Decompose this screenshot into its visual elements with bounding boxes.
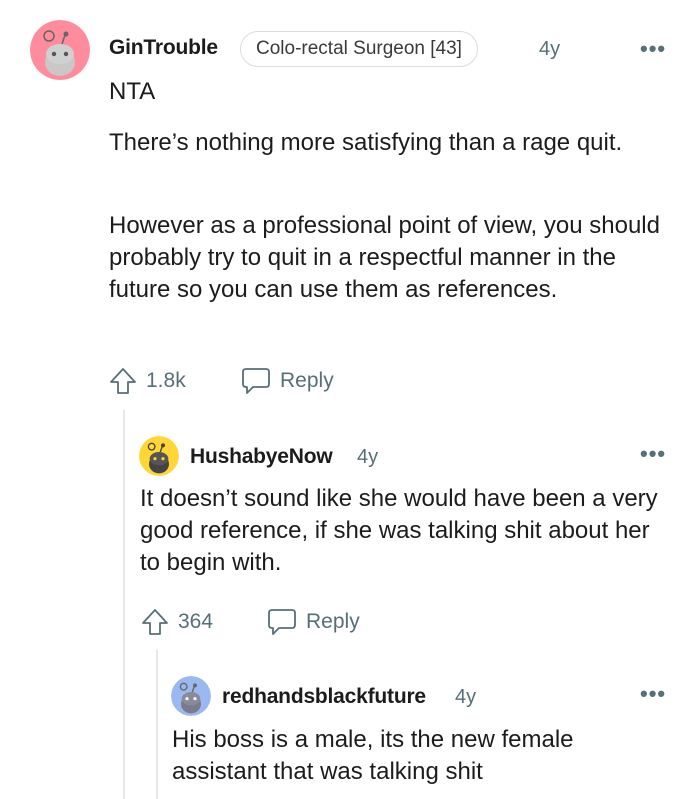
- reply-label: Reply: [306, 610, 360, 633]
- comment-age: 4y: [455, 686, 477, 708]
- reply-label: Reply: [280, 369, 334, 392]
- snoo-avatar-icon: [30, 20, 90, 80]
- comment-paragraph: NTA: [109, 78, 156, 105]
- snoo-avatar-icon: [171, 676, 211, 716]
- upvote-button[interactable]: 364: [140, 607, 213, 637]
- more-options-button[interactable]: •••: [640, 441, 666, 467]
- username[interactable]: redhandsblackfuture: [222, 685, 426, 709]
- upvote-count: 364: [178, 610, 214, 633]
- upvote-arrow-icon: [142, 609, 168, 635]
- comment-paragraph: It doesn’t sound like she would have bee…: [140, 485, 658, 576]
- user-avatar[interactable]: [30, 20, 90, 80]
- upvote-count: 1.8k: [146, 369, 186, 392]
- user-avatar[interactable]: [139, 436, 179, 476]
- thread-line-1: [123, 410, 125, 799]
- comment-paragraph: However as a professional point of view,…: [109, 212, 660, 303]
- upvote-button[interactable]: 1.8k: [108, 366, 186, 396]
- comment-age: 4y: [539, 38, 561, 60]
- comment-paragraph: There’s nothing more satisfying than a r…: [109, 129, 623, 156]
- more-options-button[interactable]: •••: [640, 36, 666, 62]
- more-options-button[interactable]: •••: [640, 681, 666, 707]
- user-avatar[interactable]: [171, 676, 211, 716]
- speech-bubble-icon: [268, 609, 296, 635]
- username[interactable]: GinTrouble: [109, 36, 218, 60]
- user-flair: Colo-rectal Surgeon [43]: [240, 31, 478, 67]
- thread-line-2: [156, 650, 158, 799]
- comment-paragraph: His boss is a male, its the new female a…: [172, 726, 574, 785]
- username[interactable]: HushabyeNow: [190, 445, 333, 469]
- speech-bubble-icon: [242, 368, 270, 394]
- upvote-arrow-icon: [110, 368, 136, 394]
- reply-button[interactable]: Reply: [240, 366, 334, 396]
- snoo-avatar-icon: [139, 436, 179, 476]
- reply-button[interactable]: Reply: [266, 607, 360, 637]
- comment-age: 4y: [357, 446, 379, 468]
